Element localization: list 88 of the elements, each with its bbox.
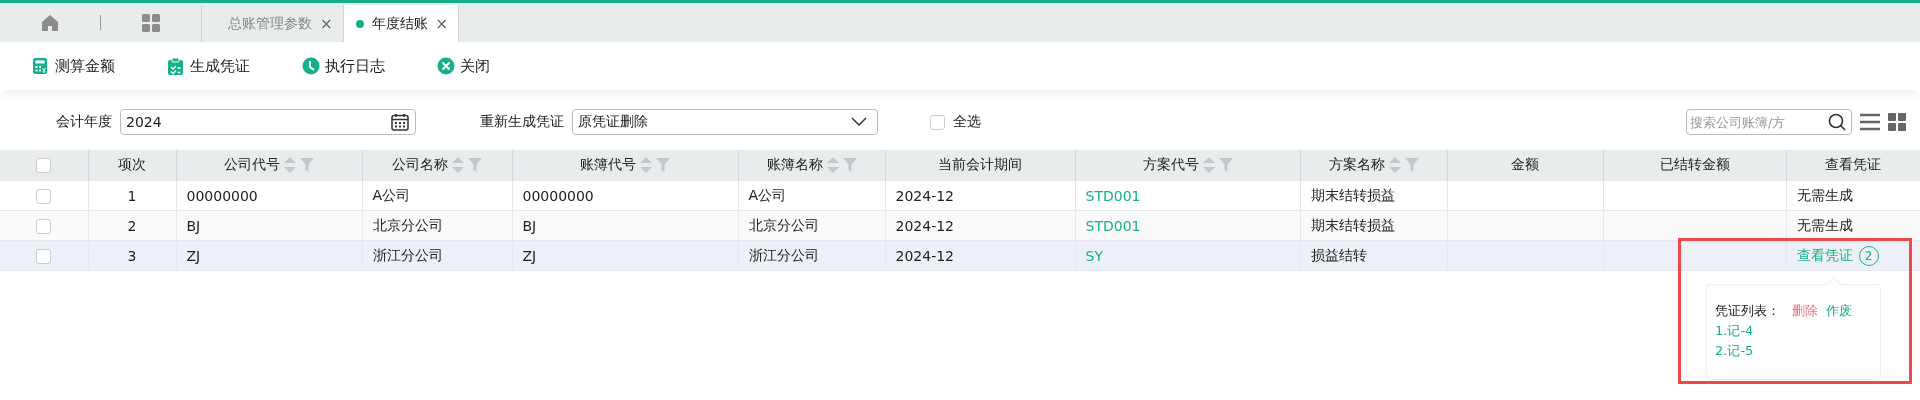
table-cell: 浙江分公司 bbox=[748, 246, 819, 263]
column-header-label: 公司名称 bbox=[392, 156, 448, 174]
column-header-label: 已结转金额 bbox=[1659, 156, 1730, 174]
table-cell: 3 bbox=[127, 247, 137, 264]
close-icon[interactable]: × bbox=[435, 14, 449, 33]
table-cell: A公司 bbox=[748, 186, 787, 203]
tab[interactable]: 总账管理参数 × bbox=[201, 5, 343, 42]
filter-icon[interactable] bbox=[1218, 158, 1233, 172]
checkbox[interactable] bbox=[36, 218, 52, 234]
column-header-label: 公司代号 bbox=[224, 156, 280, 174]
filter-icon[interactable] bbox=[1404, 158, 1419, 172]
toolbar-button[interactable]: 执行日志 bbox=[302, 56, 385, 76]
column-header-label: 方案名称 bbox=[1328, 156, 1385, 174]
link[interactable]: 查看凭证 bbox=[1796, 246, 1853, 265]
table-cell: 00000000 bbox=[186, 187, 258, 204]
delete-link[interactable]: 删除 bbox=[1792, 301, 1818, 321]
tab-label[interactable]: 总账管理参数 bbox=[228, 14, 312, 33]
toolbar-button[interactable]: 生成凭证 bbox=[167, 56, 250, 76]
filter-icon[interactable] bbox=[656, 158, 670, 172]
table-cell: A公司 bbox=[372, 186, 411, 203]
sort-icon[interactable] bbox=[1202, 157, 1215, 173]
filter-icon[interactable] bbox=[842, 158, 857, 172]
void-link[interactable]: 作废 bbox=[1826, 301, 1852, 321]
table-cell: 2024-12 bbox=[895, 187, 954, 204]
table-cell: 期末结转损益 bbox=[1310, 216, 1395, 233]
year-field[interactable]: 2024 bbox=[120, 109, 416, 135]
checkbox[interactable] bbox=[36, 188, 52, 204]
home-icon[interactable] bbox=[41, 13, 59, 32]
grid-view-icon[interactable] bbox=[1888, 113, 1906, 131]
tab[interactable]: 年度结账 × bbox=[342, 5, 460, 42]
table-cell: ZJ bbox=[522, 247, 537, 264]
table-cell: 无需生成 bbox=[1796, 186, 1853, 203]
table-cell: 无需生成 bbox=[1796, 216, 1853, 233]
sort-icon[interactable] bbox=[826, 157, 839, 173]
link[interactable]: SY bbox=[1085, 247, 1103, 264]
column-header-label: 方案代号 bbox=[1142, 156, 1199, 174]
toolbar-button[interactable]: 关闭 bbox=[437, 56, 490, 76]
voucher-link[interactable]: 1.记-4 bbox=[1715, 321, 1872, 341]
table-cell: 期末结转损益 bbox=[1310, 186, 1395, 203]
calendar-icon bbox=[391, 113, 409, 131]
clipboard-check-icon bbox=[167, 57, 185, 75]
filter-icon[interactable] bbox=[468, 158, 482, 172]
table-cell: BJ bbox=[186, 217, 201, 234]
close-icon bbox=[437, 57, 455, 75]
table-cell: 北京分公司 bbox=[372, 216, 443, 233]
column-header-label: 当前会计期间 bbox=[938, 156, 1022, 174]
table-cell: 2 bbox=[127, 217, 137, 234]
sort-icon[interactable] bbox=[284, 157, 296, 173]
table-cell: 损益结转 bbox=[1310, 246, 1367, 263]
table-cell: 2024-12 bbox=[895, 217, 954, 234]
table-cell: 00000000 bbox=[522, 187, 594, 204]
link[interactable]: STD001 bbox=[1085, 187, 1141, 204]
table-cell: 2024-12 bbox=[895, 247, 954, 264]
table-cell: 北京分公司 bbox=[748, 216, 819, 233]
column-header-label: 查看凭证 bbox=[1825, 156, 1882, 174]
table-cell: 1 bbox=[127, 187, 137, 204]
calculator-icon bbox=[32, 57, 50, 75]
search-icon bbox=[1828, 113, 1846, 131]
popover-title: 凭证列表： bbox=[1715, 302, 1780, 320]
voucher-link[interactable]: 2.记-5 bbox=[1715, 341, 1872, 361]
column-header-label: 账簿代号 bbox=[580, 156, 636, 174]
tab-label[interactable]: 年度结账 bbox=[371, 14, 428, 33]
field-label: 重新生成凭证 bbox=[480, 113, 564, 131]
table-cell: ZJ bbox=[186, 247, 201, 264]
grid-icon[interactable] bbox=[142, 13, 160, 32]
checkbox-label: 全选 bbox=[953, 113, 981, 131]
select-field[interactable]: 原凭证删除 bbox=[572, 109, 878, 135]
checkbox[interactable] bbox=[36, 158, 52, 174]
checkbox[interactable] bbox=[36, 248, 52, 264]
filter-icon[interactable] bbox=[300, 158, 314, 172]
chevron-down-icon bbox=[851, 117, 867, 127]
clock-icon bbox=[302, 57, 320, 75]
table-cell: BJ bbox=[522, 217, 537, 234]
column-header-label: 金额 bbox=[1511, 156, 1539, 174]
close-icon[interactable]: × bbox=[320, 14, 333, 33]
search-field[interactable]: 搜索公司账簿/方 bbox=[1686, 109, 1852, 135]
list-view-icon[interactable] bbox=[1860, 113, 1880, 131]
field-label: 会计年度 bbox=[56, 113, 112, 131]
link[interactable]: STD001 bbox=[1085, 217, 1141, 234]
sort-icon[interactable] bbox=[640, 157, 652, 173]
checkbox[interactable] bbox=[930, 114, 945, 130]
sort-icon[interactable] bbox=[1388, 157, 1401, 173]
sort-icon[interactable] bbox=[452, 157, 464, 173]
column-header-label: 项次 bbox=[118, 156, 146, 174]
active-dot bbox=[355, 19, 364, 28]
table-cell: 浙江分公司 bbox=[372, 246, 443, 263]
toolbar-button[interactable]: 测算金额 bbox=[32, 56, 115, 76]
column-header-label: 账簿名称 bbox=[766, 156, 823, 174]
